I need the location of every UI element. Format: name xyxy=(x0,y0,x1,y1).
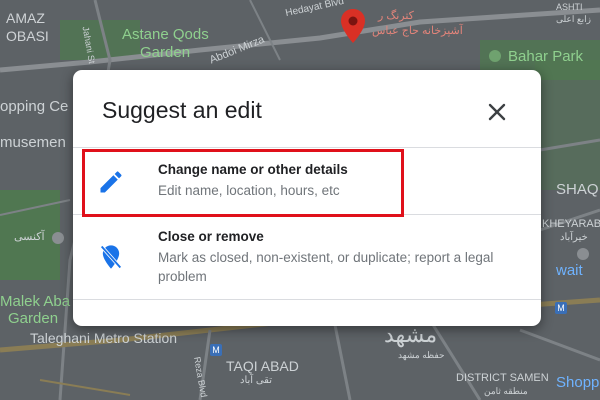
dialog-title: Suggest an edit xyxy=(102,97,262,123)
divider xyxy=(73,299,541,300)
suggest-edit-dialog: Suggest an edit Change name or other det… xyxy=(73,70,541,326)
map-label: Taleghani Metro Station xyxy=(30,330,178,346)
close-or-remove-option[interactable]: Close or remove Mark as closed, non-exis… xyxy=(73,215,541,299)
map-label: Shopp xyxy=(556,374,600,391)
highlight-box xyxy=(82,149,404,217)
map-label: OBASI xyxy=(6,28,49,44)
map-label: opping Ce xyxy=(0,98,69,115)
map-label: wait xyxy=(556,262,583,279)
map-label: آشپزخانه حاج عباس xyxy=(372,25,463,37)
map-label: آکنسی xyxy=(14,231,45,243)
svg-text:M: M xyxy=(212,345,220,355)
map-pin-icon[interactable] xyxy=(341,9,365,43)
option-title: Close or remove xyxy=(158,229,264,244)
map-label: Astane Qods xyxy=(122,26,209,43)
map-label: Bahar Park xyxy=(508,48,584,65)
map-label: منطقه ثامن xyxy=(484,386,528,396)
svg-text:M: M xyxy=(557,303,565,313)
map-label: DISTRICT SAMEN xyxy=(456,372,549,384)
map-label: خیرآباد xyxy=(560,232,588,243)
close-icon xyxy=(488,103,506,121)
map-label: زابع اعلی xyxy=(556,14,591,24)
map-label: Garden xyxy=(140,44,191,61)
map-label: Garden xyxy=(8,310,59,327)
map-label: TAQI ABAD xyxy=(226,358,299,374)
map-label: کترنگ ر xyxy=(378,10,414,22)
map-label: musemen xyxy=(0,134,66,151)
map-label: KHEYARABA xyxy=(542,218,600,230)
map-label: حفظه مشهد xyxy=(398,350,445,360)
location-off-icon xyxy=(100,245,122,269)
map-label: تقی آباد xyxy=(240,375,273,386)
map-label: ASHTI xyxy=(556,2,583,12)
close-button[interactable] xyxy=(479,94,515,130)
map-label: AMAZ xyxy=(6,10,45,26)
map-label: SHAQ xyxy=(556,181,599,198)
option-description: Mark as closed, non-existent, or duplica… xyxy=(158,250,494,284)
map-label: Malek Aba xyxy=(0,293,71,310)
